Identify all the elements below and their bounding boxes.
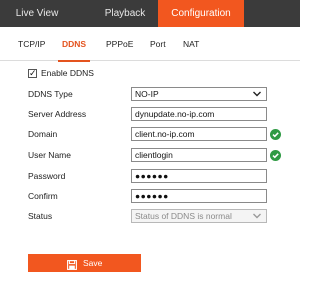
password-label: Password [28,171,66,181]
tab-port[interactable]: Port [150,27,166,61]
tab-ddns[interactable]: DDNS [57,27,91,62]
save-label: Save [83,258,103,268]
network-subtabs: TCP/IP DDNS PPPoE Port NAT [0,27,300,62]
chevron-down-icon [252,89,262,99]
password-input[interactable]: ●●●●●● [131,169,267,183]
tab-pppoe[interactable]: PPPoE [106,27,133,61]
checkmark-icon: ✓ [29,68,37,78]
status-label: Status [28,211,53,221]
ddns-type-select[interactable]: NO-IP [131,87,267,101]
check-circle-icon [270,150,281,161]
status-value: Status of DDNS is normal [135,211,232,221]
ddns-type-value: NO-IP [135,89,159,99]
enable-ddns-checkbox[interactable]: ✓ [28,68,37,78]
confirm-label: Confirm [28,191,58,201]
status-select: Status of DDNS is normal [131,209,267,223]
tab-tcpip[interactable]: TCP/IP [18,27,45,61]
confirm-password-input[interactable]: ●●●●●● [131,189,267,203]
domain-label: Domain [28,129,58,139]
nav-configuration[interactable]: Configuration [158,0,244,27]
enable-ddns-label: Enable DDNS [41,68,94,78]
nav-live-view[interactable]: Live View [0,0,74,27]
server-address-label: Server Address [28,109,87,119]
user-name-input[interactable]: clientlogin [131,148,267,162]
tab-nat[interactable]: NAT [183,27,199,61]
server-address-input[interactable]: dynupdate.no-ip.com [131,107,267,121]
top-nav-bar: Live View Playback Configuration [0,0,300,27]
floppy-disk-icon [67,258,77,270]
check-circle-icon [270,129,281,140]
nav-playback[interactable]: Playback [88,0,162,27]
save-button[interactable]: Save [28,254,141,272]
ddns-type-label: DDNS Type [28,89,73,99]
domain-input[interactable]: client.no-ip.com [131,127,267,141]
user-name-label: User Name [28,150,71,160]
chevron-down-icon [252,211,262,221]
